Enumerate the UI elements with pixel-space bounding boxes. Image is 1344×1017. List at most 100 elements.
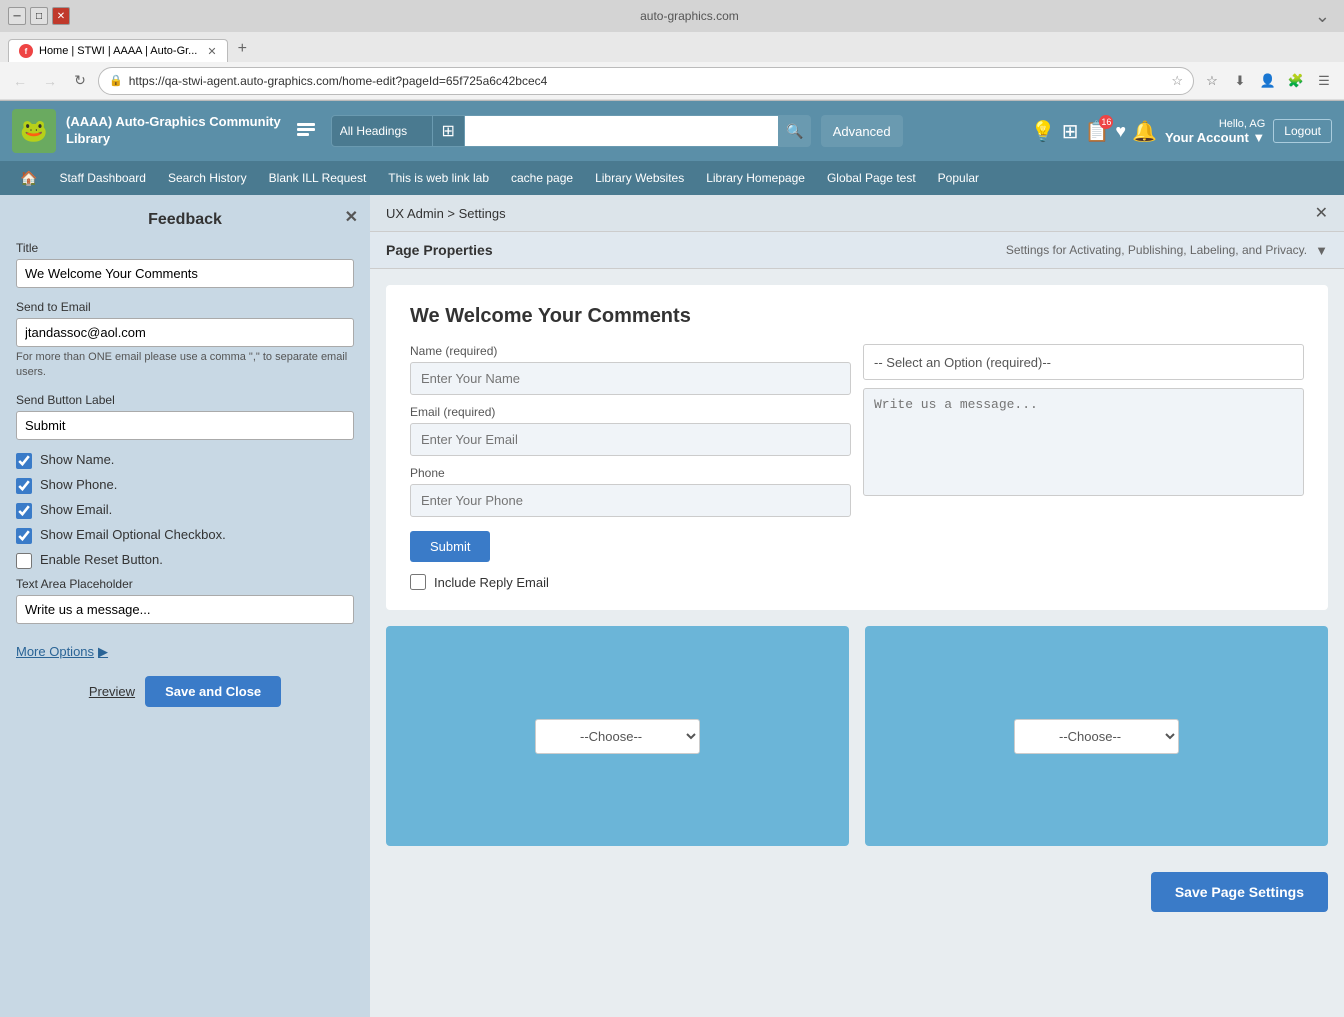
advanced-button[interactable]: Advanced — [821, 115, 903, 147]
app-logo: 🐸 — [12, 109, 56, 153]
send-to-email-label: Send to Email — [16, 300, 354, 314]
maximize-button[interactable]: □ — [30, 7, 48, 25]
tab-bar: f Home | STWI | AAAA | Auto-Gr... ✕ + — [0, 32, 1344, 62]
nav-global-page-test[interactable]: Global Page test — [817, 165, 926, 191]
name-field-input[interactable] — [410, 362, 851, 395]
nav-library-websites[interactable]: Library Websites — [585, 165, 694, 191]
catalog-icon-button[interactable] — [291, 116, 321, 146]
grid-icon[interactable]: ⊞ — [1062, 121, 1079, 143]
search-container: All Headings ⊞ 🔍 — [331, 115, 811, 147]
nav-web-link-lab[interactable]: This is web link lab — [378, 165, 499, 191]
phone-field-input[interactable] — [410, 484, 851, 517]
page-properties-title: Page Properties — [386, 242, 493, 258]
widget-slot-1: --Choose-- — [386, 626, 849, 846]
message-textarea[interactable] — [863, 388, 1304, 496]
page-properties-bar[interactable]: Page Properties Settings for Activating,… — [370, 232, 1344, 269]
email-field-input[interactable] — [410, 423, 851, 456]
include-reply-checkbox[interactable] — [410, 574, 426, 590]
nav-cache-page[interactable]: cache page — [501, 165, 583, 191]
forward-button[interactable]: → — [38, 69, 62, 93]
heart-icon[interactable]: ♥ — [1115, 121, 1126, 141]
left-column: Name (required) Email (required) Phone S… — [410, 344, 851, 562]
nav-home[interactable]: 🏠 — [10, 164, 47, 193]
bookmark-button[interactable]: ☆ — [1200, 69, 1224, 93]
star-icon[interactable]: ☆ — [1171, 73, 1183, 89]
title-bar: ─ □ ✕ auto-graphics.com ⌄ — [0, 0, 1344, 32]
close-button[interactable]: ✕ — [52, 7, 70, 25]
widget-choose-2[interactable]: --Choose-- — [1014, 719, 1179, 754]
email-field: Email (required) — [410, 405, 851, 456]
enable-reset-row: Enable Reset Button. — [16, 552, 354, 569]
panel-footer: Preview Save and Close — [16, 676, 354, 707]
chevron-down-icon: ▼ — [1315, 243, 1328, 258]
logout-button[interactable]: Logout — [1273, 119, 1332, 143]
search-go-button[interactable]: 🔍 — [779, 115, 811, 147]
header-icons: 💡 ⊞ 📋 16 ♥ 🔔 — [1031, 119, 1157, 144]
chevron-down-icon[interactable]: ⌄ — [1309, 6, 1336, 27]
breadcrumb-close-button[interactable]: ✕ — [1315, 203, 1328, 223]
feedback-panel-title: Feedback — [16, 211, 354, 229]
extensions-button[interactable]: 🧩 — [1284, 69, 1308, 93]
show-name-checkbox[interactable] — [16, 453, 32, 469]
send-button-label-label: Send Button Label — [16, 393, 354, 407]
name-field-label: Name (required) — [410, 344, 851, 358]
enable-reset-checkbox[interactable] — [16, 553, 32, 569]
submit-button[interactable]: Submit — [410, 531, 490, 562]
email-hint: For more than ONE email please use a com… — [16, 350, 354, 381]
save-page-settings-button[interactable]: Save Page Settings — [1151, 872, 1328, 912]
phone-field: Phone — [410, 466, 851, 517]
show-email-checkbox[interactable] — [16, 503, 32, 519]
widget-choose-1[interactable]: --Choose-- — [535, 719, 700, 754]
address-bar[interactable]: 🔒 ☆ — [98, 67, 1194, 95]
new-tab-button[interactable]: + — [228, 36, 257, 62]
more-options-link[interactable]: More Options ▶ — [16, 644, 108, 660]
widget-row: --Choose-- --Choose-- — [386, 626, 1328, 846]
nav-blank-ill[interactable]: Blank ILL Request — [259, 165, 377, 191]
close-tab-button[interactable]: ✕ — [207, 45, 216, 58]
chevron-right-icon: ▶ — [98, 644, 108, 660]
email-field-label: Email (required) — [410, 405, 851, 419]
preview-button[interactable]: Preview — [89, 684, 135, 699]
minimize-button[interactable]: ─ — [8, 7, 26, 25]
back-button[interactable]: ← — [8, 69, 32, 93]
title-input[interactable] — [16, 259, 354, 288]
enable-reset-label: Enable Reset Button. — [40, 552, 163, 567]
app-title: (AAAA) Auto-Graphics Community Library — [66, 114, 281, 148]
nav-staff-dashboard[interactable]: Staff Dashboard — [49, 165, 156, 191]
download-button[interactable]: ⬇ — [1228, 69, 1252, 93]
widget-slot-2: --Choose-- — [865, 626, 1328, 846]
menu-button[interactable]: ☰ — [1312, 69, 1336, 93]
text-area-placeholder-input[interactable] — [16, 595, 354, 624]
save-close-button[interactable]: Save and Close — [145, 676, 281, 707]
stack-icon-button[interactable]: ⊞ — [433, 115, 465, 147]
search-input[interactable] — [465, 115, 779, 147]
content-area: UX Admin > Settings ✕ Page Properties Se… — [370, 195, 1344, 1017]
firefox-icon: f — [25, 47, 28, 56]
active-tab[interactable]: f Home | STWI | AAAA | Auto-Gr... ✕ — [8, 39, 228, 62]
send-button-label-input[interactable] — [16, 411, 354, 440]
nav-search-history[interactable]: Search History — [158, 165, 257, 191]
lock-icon: 🔒 — [109, 74, 123, 87]
account-info[interactable]: Hello, AG Your Account ▼ — [1165, 118, 1265, 145]
search-dropdown[interactable]: All Headings — [331, 115, 433, 147]
url-input[interactable] — [129, 74, 1166, 88]
show-phone-checkbox[interactable] — [16, 478, 32, 494]
option-select[interactable]: -- Select an Option (required)-- — [863, 344, 1304, 380]
feedback-close-button[interactable]: ✕ — [345, 207, 358, 227]
reload-button[interactable]: ↻ — [68, 69, 92, 93]
lightbulb-icon[interactable]: 💡 — [1031, 119, 1056, 144]
main-layout: Feedback ✕ Title Send to Email For more … — [0, 195, 1344, 1017]
nav-popular[interactable]: Popular — [928, 165, 989, 191]
text-area-placeholder-label: Text Area Placeholder — [16, 577, 354, 591]
nav-library-homepage[interactable]: Library Homepage — [696, 165, 815, 191]
profile-button[interactable]: 👤 — [1256, 69, 1280, 93]
show-email-optional-checkbox[interactable] — [16, 528, 32, 544]
send-to-email-input[interactable] — [16, 318, 354, 347]
breadcrumb: UX Admin > Settings ✕ — [370, 195, 1344, 232]
email-field-group: Send to Email For more than ONE email pl… — [16, 300, 354, 381]
bell-icon[interactable]: 🔔 — [1132, 121, 1157, 143]
nav-bar: ← → ↻ 🔒 ☆ ☆ ⬇ 👤 🧩 ☰ — [0, 62, 1344, 100]
catalog-icon — [295, 120, 317, 142]
notification-icon-wrapper: ⊞ — [1062, 119, 1079, 144]
preview-form-grid: Name (required) Email (required) Phone S… — [410, 344, 1304, 562]
